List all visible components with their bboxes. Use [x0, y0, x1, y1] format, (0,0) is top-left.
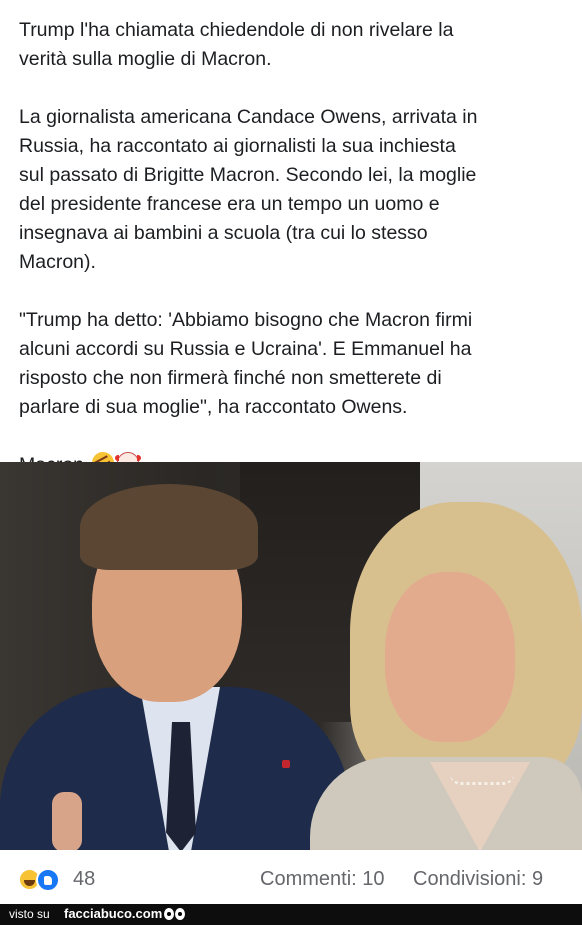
post-line: "Trump ha detto: 'Abbiamo bisogno che Ma… [19, 309, 473, 331]
brand-name[interactable]: facciabuco.com [64, 906, 162, 921]
reaction-count[interactable]: 48 [73, 868, 95, 891]
post-line: del presidente francese era un tempo un … [19, 193, 440, 215]
reactions-bar: 48 Commenti: 10 Condivisioni: 9 [0, 850, 582, 904]
woman-face [385, 572, 515, 742]
post-line: Russia, ha raccontato ai giornalisti la … [19, 135, 456, 157]
reaction-icons[interactable] [18, 868, 68, 892]
woman-necklace [450, 774, 514, 785]
post-line: La giornalista americana Candace Owens, … [19, 106, 478, 128]
thumbs-up-hand [52, 792, 82, 850]
post-line: sul passato di Brigitte Macron. Secondo … [19, 164, 477, 186]
man-hair [80, 484, 258, 570]
post-line: insegnava ai bambini a scuola (tra cui l… [19, 222, 428, 244]
post-line: Trump l'ha chiamata chiedendole di non r… [19, 19, 454, 41]
post-text: Trump l'ha chiamata chiedendole di non r… [19, 16, 567, 480]
post-line: parlare di sua moglie", ha raccontato Ow… [19, 396, 408, 418]
comments-count[interactable]: Commenti: 10 [260, 868, 385, 891]
lapel-pin [282, 760, 290, 768]
post-line: Macron). [19, 251, 96, 273]
post-line: alcuni accordi su Russia e Ucraina'. E E… [19, 338, 472, 360]
shares-count[interactable]: Condivisioni: 9 [413, 868, 543, 891]
post-line: risposto che non firmerà finché non smet… [19, 367, 442, 389]
eyes-icon [164, 907, 188, 921]
watermark-footer: visto su facciabuco.com [0, 904, 582, 925]
post-line: verità sulla moglie di Macron. [19, 48, 272, 70]
like-icon [36, 868, 60, 892]
post-photo[interactable] [0, 462, 582, 850]
visto-su-label: visto su [9, 907, 50, 921]
